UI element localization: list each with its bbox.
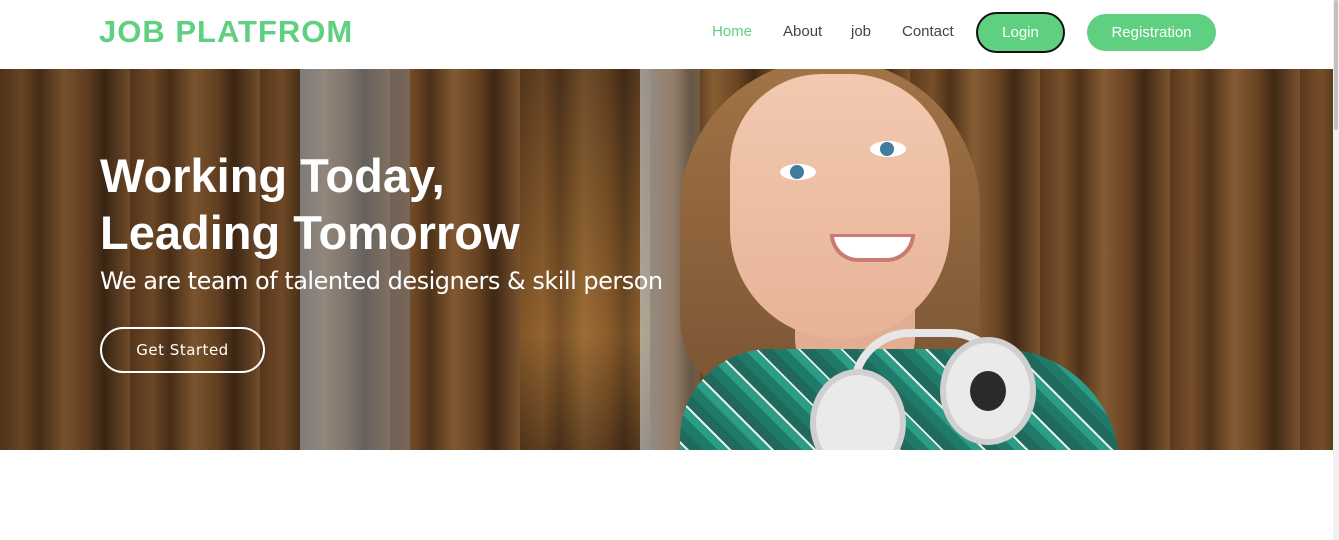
nav-link-contact[interactable]: Contact: [902, 23, 954, 40]
site-header: JOB PLATFROM Home About job Contact Logi…: [0, 0, 1333, 69]
nav-link-about[interactable]: About: [783, 23, 822, 40]
get-started-button[interactable]: Get Started: [100, 327, 265, 373]
scrollbar-thumb[interactable]: [1334, 0, 1338, 130]
page-scrollbar[interactable]: [1333, 0, 1339, 540]
registration-button[interactable]: Registration: [1087, 14, 1216, 51]
hero-subtitle: We are team of talented designers & skil…: [100, 267, 663, 295]
hero-title: Working Today, Leading Tomorrow: [100, 149, 520, 259]
hero-section: Working Today, Leading Tomorrow We are t…: [0, 69, 1333, 450]
main-nav: Home About job Contact Login Registratio…: [0, 0, 1333, 69]
nav-link-home[interactable]: Home: [712, 23, 752, 40]
hero-content: Working Today, Leading Tomorrow We are t…: [0, 69, 1333, 450]
login-button[interactable]: Login: [976, 12, 1065, 53]
nav-link-job[interactable]: job: [851, 23, 871, 40]
